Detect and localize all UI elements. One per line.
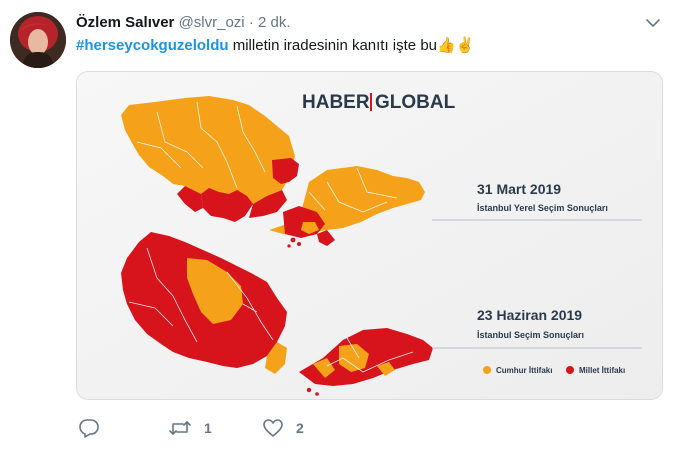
tweet-text: #herseycokguzeloldu milletin iradesinin … bbox=[76, 35, 474, 57]
like-icon bbox=[262, 418, 284, 438]
tweet-header: Özlem Salıver @slvr_ozi · 2 dk. bbox=[76, 13, 291, 33]
tweet: Özlem Salıver @slvr_ozi · 2 dk. #herseyc… bbox=[0, 0, 675, 450]
legend-dot-cumhur bbox=[483, 366, 491, 374]
map1-date: 31 Mart 2019 bbox=[477, 181, 561, 197]
like-button[interactable]: 2 bbox=[262, 416, 304, 440]
brand-right: GLOBAL bbox=[375, 92, 456, 113]
legend-label-cumhur: Cumhur İttifakı bbox=[496, 366, 552, 375]
map2-caption: İstanbul Seçim Sonuçları bbox=[477, 330, 584, 340]
retweet-button[interactable]: 1 bbox=[168, 416, 212, 440]
tweet-actions: 1 2 bbox=[76, 416, 636, 440]
separator-dot: · bbox=[248, 14, 254, 31]
tweet-body: milletin iradesinin kanıtı işte bu bbox=[232, 37, 437, 54]
retweet-icon bbox=[168, 418, 192, 438]
hashtag-link[interactable]: #herseycokguzeloldu bbox=[76, 37, 229, 54]
avatar[interactable] bbox=[10, 12, 66, 68]
brand-divider bbox=[370, 93, 372, 111]
author-name[interactable]: Özlem Salıver bbox=[76, 14, 174, 31]
legend-label-millet: Millet İttifakı bbox=[579, 366, 625, 375]
map2-date: 23 Haziran 2019 bbox=[477, 307, 582, 323]
author-handle[interactable]: @slvr_ozi bbox=[179, 14, 245, 31]
reply-icon bbox=[78, 418, 100, 438]
like-count: 2 bbox=[296, 420, 304, 436]
tweet-media-image[interactable]: HABER GLOBAL 31 Mart 2019 İstanbul Yerel… bbox=[76, 71, 663, 400]
tweet-timestamp[interactable]: 2 dk. bbox=[258, 14, 291, 31]
retweet-count: 1 bbox=[204, 420, 212, 436]
brand-left: HABER bbox=[302, 92, 370, 113]
reply-button[interactable] bbox=[78, 416, 112, 440]
election-maps-graphic: HABER GLOBAL 31 Mart 2019 İstanbul Yerel… bbox=[77, 72, 662, 399]
map1-caption: İstanbul Yerel Seçim Sonuçları bbox=[477, 203, 608, 213]
legend-dot-millet bbox=[566, 366, 574, 374]
emoji-thumbs-victory: 👍✌ bbox=[437, 37, 475, 54]
chevron-down-icon[interactable] bbox=[645, 16, 661, 28]
